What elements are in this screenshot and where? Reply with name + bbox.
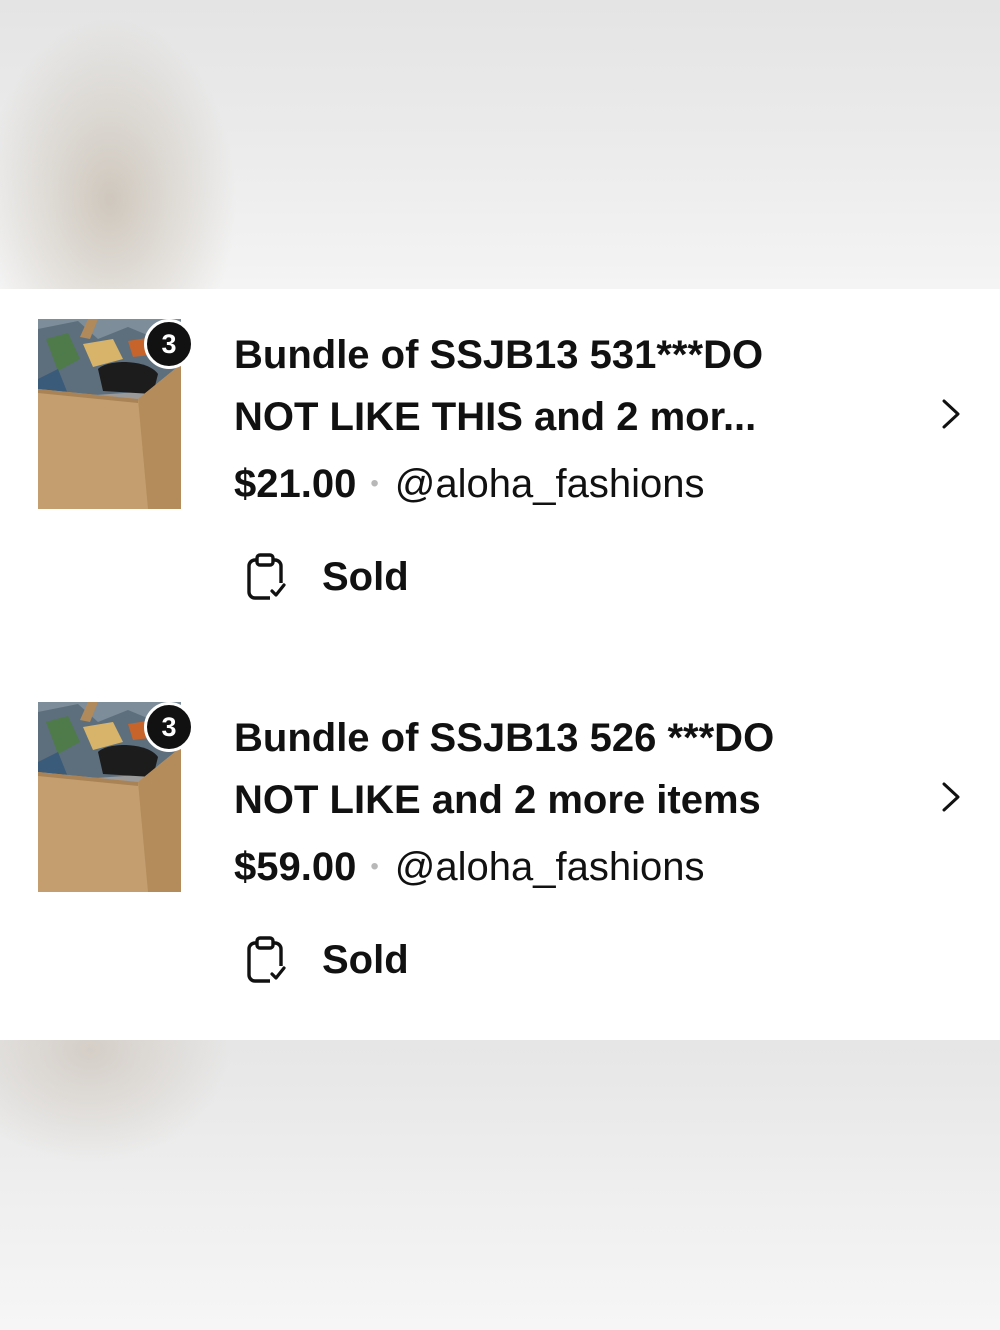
- status-label: Sold: [322, 554, 409, 599]
- seller-username[interactable]: @aloha_fashions: [395, 462, 705, 507]
- order-price: $59.00: [234, 844, 357, 889]
- order-title: Bundle of SSJB13 531***DO NOT LIKE THIS …: [234, 324, 874, 448]
- meta-separator: •: [370, 853, 379, 880]
- blurred-background-bottom: [0, 1040, 1000, 1330]
- order-title-line-1: Bundle of SSJB13 526 ***DO: [234, 716, 775, 760]
- item-count-badge: 3: [144, 319, 194, 369]
- clipboard-check-icon: [247, 936, 288, 984]
- item-count-badge: 3: [144, 702, 194, 752]
- blurred-background-top: [0, 0, 1000, 289]
- seller-username[interactable]: @aloha_fashions: [395, 845, 705, 890]
- order-price: $21.00: [234, 461, 357, 506]
- order-meta: $59.00 • @aloha_fashions: [234, 842, 704, 892]
- order-title-line-2: NOT LIKE and 2 more items: [234, 778, 761, 822]
- order-title-line-1: Bundle of SSJB13 531***DO: [234, 333, 764, 377]
- order-status: Sold: [244, 932, 409, 988]
- orders-list-card: 3 Bundle of SSJB13 531***DO NOT LIKE THI…: [0, 289, 1000, 1040]
- chevron-right-icon[interactable]: [936, 782, 966, 812]
- order-title: Bundle of SSJB13 526 ***DO NOT LIKE and …: [234, 707, 874, 831]
- order-row[interactable]: 3 Bundle of SSJB13 526 ***DO NOT LIKE an…: [0, 702, 1000, 1022]
- clipboard-check-icon: [247, 553, 288, 601]
- order-title-line-2: NOT LIKE THIS and 2 mor...: [234, 395, 757, 439]
- meta-separator: •: [370, 470, 379, 497]
- status-label: Sold: [322, 937, 409, 982]
- order-meta: $21.00 • @aloha_fashions: [234, 459, 704, 509]
- order-status: Sold: [244, 549, 409, 605]
- order-row[interactable]: 3 Bundle of SSJB13 531***DO NOT LIKE THI…: [0, 319, 1000, 639]
- chevron-right-icon[interactable]: [936, 399, 966, 429]
